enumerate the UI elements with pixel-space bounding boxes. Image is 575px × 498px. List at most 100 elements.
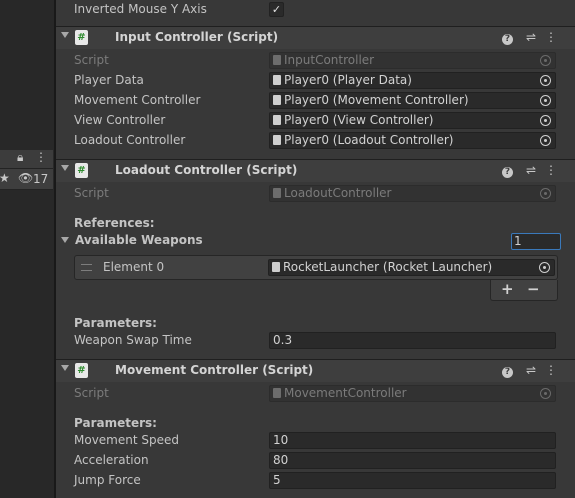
- hierarchy-toolbar: 🔒︎ ⋮: [0, 150, 53, 169]
- more-icon[interactable]: ⋮: [541, 163, 561, 177]
- acceleration-field[interactable]: 80: [269, 452, 556, 469]
- movement-speed-label: Movement Speed: [74, 433, 179, 447]
- element-label: Element 0: [103, 260, 165, 274]
- menu-icon[interactable]: ⋮: [35, 150, 47, 164]
- inverted-mouse-y-checkbox[interactable]: ✓: [269, 2, 284, 17]
- array-size-field[interactable]: 1: [511, 233, 561, 250]
- help-icon[interactable]: ?: [502, 167, 513, 178]
- movement-controller-row: Movement Controller Player0 (Movement Co…: [56, 91, 575, 111]
- help-icon[interactable]: ?: [502, 367, 513, 378]
- script-icon: #: [75, 30, 88, 45]
- add-element-button[interactable]: +: [501, 280, 514, 298]
- parameters-header: Parameters:: [74, 416, 157, 430]
- object-icon: [273, 75, 281, 85]
- object-picker-icon: [540, 55, 551, 66]
- hierarchy-row: ★ 👁︎ 17: [0, 169, 53, 190]
- element-value: RocketLauncher (Rocket Launcher): [283, 260, 493, 274]
- presets-icon[interactable]: ⇌: [521, 363, 541, 377]
- script-label: Script: [74, 386, 109, 400]
- object-picker-icon[interactable]: [540, 75, 551, 86]
- script-field[interactable]: InputController: [269, 52, 556, 69]
- movement-speed-field[interactable]: 10: [269, 432, 556, 449]
- view-controller-field[interactable]: Player0 (View Controller): [269, 112, 556, 129]
- movement-speed-row: Movement Speed 10: [56, 431, 575, 451]
- component-title: Loadout Controller (Script): [115, 163, 298, 177]
- star-icon[interactable]: ★: [0, 171, 10, 185]
- fold-arrow-icon[interactable]: [61, 32, 69, 38]
- weapon-swap-time-label: Weapon Swap Time: [74, 333, 192, 347]
- weapon-swap-time-row: Weapon Swap Time 0.3: [56, 331, 575, 351]
- script-value: LoadoutController: [284, 186, 392, 200]
- script-row: Script InputController: [56, 51, 575, 71]
- script-row: Script LoadoutController: [56, 184, 575, 204]
- parameters-header: Parameters:: [74, 316, 157, 330]
- lock-icon[interactable]: 🔒︎: [17, 150, 23, 165]
- object-icon: [273, 115, 281, 125]
- script-icon: #: [75, 163, 88, 178]
- foldout-arrow-icon[interactable]: [61, 237, 69, 243]
- inverted-mouse-y-row: Inverted Mouse Y Axis ✓: [56, 0, 575, 20]
- acceleration-label: Acceleration: [74, 453, 149, 467]
- object-icon: [273, 135, 281, 145]
- help-icon[interactable]: ?: [502, 34, 513, 45]
- player-data-row: Player Data Player0 (Player Data): [56, 71, 575, 91]
- script-file-icon: [273, 388, 281, 398]
- component-title: Movement Controller (Script): [115, 363, 314, 377]
- object-picker-icon: [540, 388, 551, 399]
- script-label: Script: [74, 186, 109, 200]
- fold-arrow-icon[interactable]: [61, 365, 69, 371]
- view-controller-row: View Controller Player0 (View Controller…: [56, 111, 575, 131]
- movement-controller-header[interactable]: # Movement Controller (Script) ? ⇌ ⋮: [56, 359, 575, 382]
- more-icon[interactable]: ⋮: [541, 363, 561, 377]
- object-icon: [272, 262, 280, 272]
- remove-element-button[interactable]: −: [527, 280, 540, 298]
- script-row: Script MovementController: [56, 384, 575, 404]
- script-value: InputController: [284, 53, 375, 67]
- available-weapons-row[interactable]: Available Weapons 1: [56, 231, 575, 251]
- references-header: References:: [74, 216, 155, 230]
- presets-icon[interactable]: ⇌: [521, 163, 541, 177]
- fold-arrow-icon[interactable]: [61, 165, 69, 171]
- available-weapons-label: Available Weapons: [75, 233, 203, 247]
- jump-force-label: Jump Force: [74, 473, 141, 487]
- loadout-controller-field[interactable]: Player0 (Loadout Controller): [269, 132, 556, 149]
- jump-force-field[interactable]: 5: [269, 472, 556, 489]
- script-icon: #: [75, 363, 88, 378]
- weapons-list: Element 0 RocketLauncher (Rocket Launche…: [74, 255, 558, 280]
- inverted-mouse-y-label: Inverted Mouse Y Axis: [74, 2, 207, 16]
- hidden-count: 17: [33, 172, 49, 186]
- jump-force-row: Jump Force 5: [56, 471, 575, 491]
- script-label: Script: [74, 53, 109, 67]
- more-icon[interactable]: ⋮: [541, 30, 561, 44]
- loadout-controller-value: Player0 (Loadout Controller): [284, 133, 454, 147]
- object-icon: [273, 95, 281, 105]
- hierarchy-panel: [0, 0, 55, 498]
- movement-controller-label: Movement Controller: [74, 93, 201, 107]
- loadout-controller-label: Loadout Controller: [74, 133, 186, 147]
- script-file-icon: [273, 188, 281, 198]
- inspector-panel: Inverted Mouse Y Axis ✓ # Input Controll…: [56, 0, 575, 498]
- object-picker-icon: [540, 188, 551, 199]
- object-picker-icon[interactable]: [540, 95, 551, 106]
- movement-controller-field[interactable]: Player0 (Movement Controller): [269, 92, 556, 109]
- presets-icon[interactable]: ⇌: [521, 30, 541, 44]
- drag-handle-icon[interactable]: [81, 264, 92, 271]
- hidden-eye-icon[interactable]: 👁︎: [18, 171, 33, 185]
- object-picker-icon[interactable]: [540, 115, 551, 126]
- input-controller-header[interactable]: # Input Controller (Script) ? ⇌ ⋮: [56, 26, 575, 49]
- list-footer: + −: [490, 280, 558, 301]
- loadout-controller-header[interactable]: # Loadout Controller (Script) ? ⇌ ⋮: [56, 159, 575, 182]
- acceleration-row: Acceleration 80: [56, 451, 575, 471]
- object-picker-icon[interactable]: [540, 135, 551, 146]
- view-controller-label: View Controller: [74, 113, 166, 127]
- script-value: MovementController: [284, 386, 407, 400]
- weapon-swap-time-field[interactable]: 0.3: [269, 332, 556, 349]
- loadout-controller-row: Loadout Controller Player0 (Loadout Cont…: [56, 131, 575, 151]
- player-data-field[interactable]: Player0 (Player Data): [269, 72, 556, 89]
- view-controller-value: Player0 (View Controller): [284, 113, 434, 127]
- object-picker-icon[interactable]: [539, 262, 550, 273]
- script-field[interactable]: MovementController: [269, 385, 556, 402]
- player-data-label: Player Data: [74, 73, 144, 87]
- element-field[interactable]: RocketLauncher (Rocket Launcher): [268, 259, 555, 276]
- script-field[interactable]: LoadoutController: [269, 185, 556, 202]
